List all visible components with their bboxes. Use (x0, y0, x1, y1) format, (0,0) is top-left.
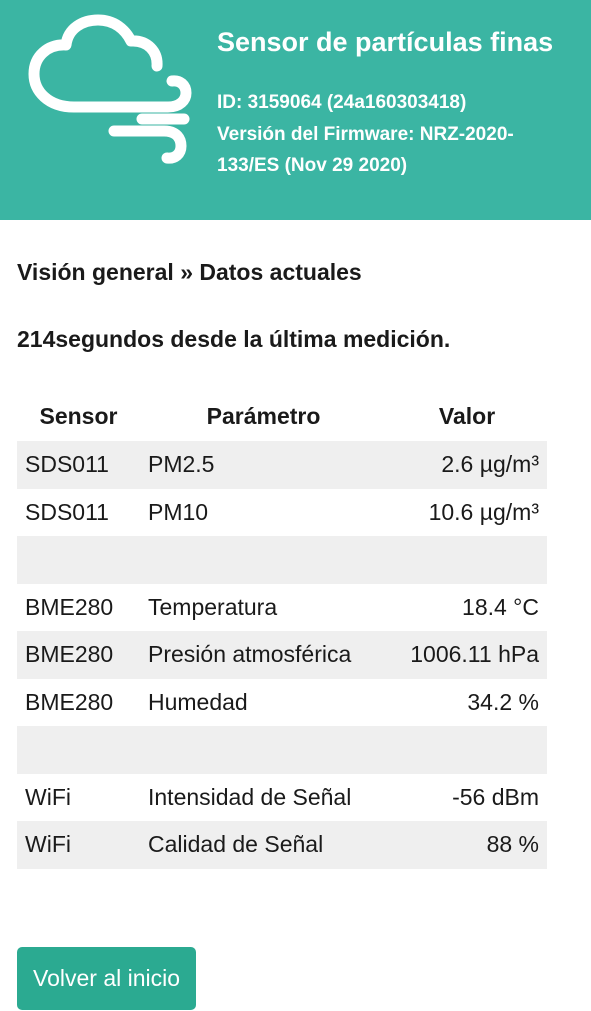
cell-parameter (140, 536, 388, 584)
cell-sensor: SDS011 (17, 441, 140, 489)
cell-sensor: BME280 (25, 688, 114, 715)
column-header-parameter: Parámetro (206, 402, 321, 429)
header: Sensor de partículas finas ID: 3159064 (… (0, 0, 591, 220)
cell-parameter (140, 726, 388, 774)
cell-parameter: Humedad (148, 688, 248, 715)
cell-parameter: Calidad de Señal (140, 821, 388, 869)
cell-value (387, 726, 547, 774)
cloud-wind-icon (28, 14, 192, 164)
cell-value: -56 dBm (452, 783, 539, 810)
firmware-version: Versión del Firmware: NRZ-2020-133/ES (N… (217, 123, 514, 177)
cell-value: 18.4 °C (462, 593, 539, 620)
cell-sensor: WiFi (17, 821, 140, 869)
table-row: BME280 Temperatura 18.4 °C (17, 584, 547, 632)
cell-parameter: Intensidad de Señal (148, 783, 352, 810)
cell-sensor: SDS011 (25, 498, 109, 525)
cell-parameter: PM10 (148, 498, 209, 525)
cell-sensor (17, 726, 140, 774)
cell-sensor: BME280 (17, 631, 140, 679)
back-to-home-button[interactable]: Volver al inicio (17, 946, 197, 1010)
table-spacer-row (17, 536, 547, 584)
cell-parameter: Temperatura (148, 593, 278, 620)
cell-value (387, 536, 547, 584)
cell-value: 2.6 µg/m³ (387, 441, 547, 489)
cell-value: 1006.11 hPa (387, 631, 547, 679)
table-row: BME280 Presión atmosférica 1006.11 hPa (17, 631, 547, 679)
cell-value: 88 % (387, 821, 547, 869)
cell-value: 10.6 µg/m³ (428, 498, 539, 525)
column-header-value: Valor (438, 402, 496, 429)
table-row: SDS011 PM10 10.6 µg/m³ (17, 489, 547, 537)
cell-value: 34.2 % (467, 688, 539, 715)
page-title: Sensor de partículas finas (217, 27, 554, 57)
cell-sensor: WiFi (25, 783, 71, 810)
breadcrumb: Visión general » Datos actuales (17, 259, 362, 285)
table-row: BME280 Humedad 34.2 % (17, 679, 547, 727)
table-row: SDS011 PM2.5 2.6 µg/m³ (17, 441, 547, 489)
table-row: WiFi Intensidad de Señal -56 dBm (17, 774, 547, 822)
cell-sensor (17, 536, 140, 584)
table-row: WiFi Calidad de Señal 88 % (17, 821, 547, 869)
table-spacer-row (17, 726, 547, 774)
cell-sensor: BME280 (25, 593, 114, 620)
cell-parameter: Presión atmosférica (140, 631, 388, 679)
column-header-sensor: Sensor (39, 402, 118, 429)
table-header-row: Sensor Parámetro Valor (17, 391, 547, 441)
elapsed-time-text: 214segundos desde la última medición. (17, 326, 451, 352)
sensor-values-table: Sensor Parámetro Valor SDS011 PM2.5 2.6 … (17, 391, 547, 869)
device-id: ID: 3159064 (24a160303418) (217, 92, 467, 113)
cell-parameter: PM2.5 (140, 441, 388, 489)
